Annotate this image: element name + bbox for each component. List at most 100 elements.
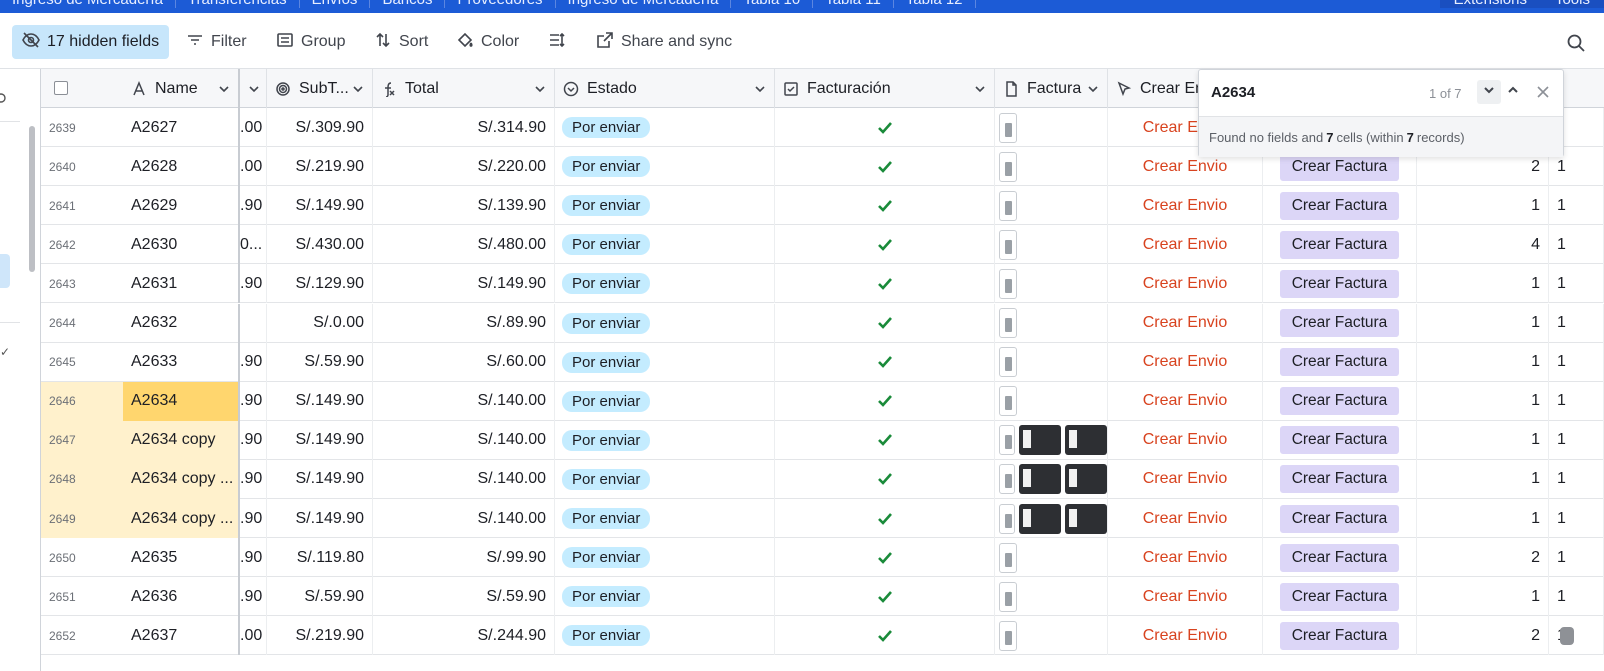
attachment-thumbnail[interactable] — [1064, 425, 1107, 456]
attachment-thumbnail[interactable] — [999, 308, 1017, 338]
factura-attachment-cell[interactable] — [995, 264, 1108, 304]
subtotal-cell[interactable]: S/.149.90 — [267, 420, 373, 460]
quantity-cell[interactable]: 1 — [1417, 342, 1549, 382]
facturacion-cell[interactable] — [775, 264, 995, 304]
facturacion-cell[interactable] — [775, 459, 995, 499]
attachment-thumbnail[interactable] — [999, 347, 1017, 378]
table-tab[interactable]: Tabla 11 — [813, 0, 894, 8]
facturacion-cell[interactable] — [775, 342, 995, 382]
table-tab[interactable]: Tabla 12 — [894, 0, 976, 8]
name-cell[interactable]: A2634 copy ... — [123, 499, 240, 538]
subtotal-cell[interactable]: S/.59.90 — [267, 577, 373, 617]
subtotal-cell[interactable]: S/.0.00 — [267, 303, 373, 343]
crear-factura-button[interactable]: Crear Factura — [1279, 387, 1400, 416]
chevron-down-icon[interactable] — [218, 82, 230, 94]
attachment-thumbnail[interactable] — [999, 112, 1017, 143]
subtotal-cell[interactable]: S/.149.90 — [267, 381, 373, 421]
hidden-prev-cell[interactable]: .90 — [240, 538, 267, 578]
hidden-prev-cell[interactable]: .90 — [240, 264, 267, 304]
attachment-thumbnail[interactable] — [999, 503, 1015, 534]
table-tab[interactable]: Transferencias — [176, 0, 300, 8]
next-column-cell[interactable]: 1 — [1549, 538, 1604, 578]
share-sync-button[interactable]: Share and sync — [588, 25, 740, 59]
total-cell[interactable]: S/.59.90 — [373, 577, 555, 617]
next-column-cell[interactable]: 1 — [1549, 186, 1604, 226]
attachment-thumbnail[interactable] — [999, 581, 1017, 612]
total-cell[interactable]: S/.140.00 — [373, 381, 555, 421]
quantity-cell[interactable]: 4 — [1417, 225, 1549, 265]
table-tab[interactable]: Ingreso de Mercadería — [0, 0, 176, 8]
name-cell[interactable]: A2634 — [123, 381, 240, 421]
crear-factura-button[interactable]: Crear Factura — [1279, 348, 1400, 377]
factura-attachment-cell[interactable] — [995, 616, 1108, 656]
crear-factura-button[interactable]: Crear Factura — [1279, 269, 1400, 298]
next-column-cell[interactable]: 1 — [1549, 381, 1604, 421]
total-cell[interactable]: S/.244.90 — [373, 616, 555, 656]
table-tab[interactable]: Ingreso de Mercadería — [556, 0, 732, 8]
subtotal-cell[interactable]: S/.309.90 — [267, 108, 373, 147]
subtotal-cell[interactable]: S/.430.00 — [267, 225, 373, 265]
attachment-thumbnail[interactable] — [999, 425, 1015, 456]
quantity-cell[interactable]: 1 — [1417, 381, 1549, 421]
table-row[interactable]: 2652 A2637.00 S/.219.90 S/.244.90 Por enviar… — [41, 616, 1604, 656]
estado-cell[interactable]: Por enviar — [555, 538, 775, 578]
total-cell[interactable]: S/.60.00 — [373, 342, 555, 382]
attachment-thumbnail[interactable] — [1018, 503, 1061, 534]
factura-attachment-cell[interactable] — [995, 342, 1108, 382]
chevron-down-icon[interactable] — [1087, 82, 1099, 94]
attachment-thumbnail[interactable] — [999, 386, 1017, 417]
subtotal-cell[interactable]: S/.219.90 — [267, 147, 373, 187]
facturacion-cell[interactable] — [775, 577, 995, 617]
attachment-thumbnail[interactable] — [1064, 503, 1107, 534]
attachment-thumbnail[interactable] — [999, 151, 1017, 182]
subtotal-cell[interactable]: S/.119.80 — [267, 538, 373, 578]
facturacion-cell[interactable] — [775, 420, 995, 460]
estado-cell[interactable]: Por enviar — [555, 108, 775, 147]
crear-envio-button[interactable]: Crear Envio — [1108, 264, 1263, 304]
table-row[interactable]: 2644 A2632 S/.0.00 S/.89.90 Por enviar Crear … — [41, 303, 1604, 343]
crear-factura-button[interactable]: Crear Factura — [1279, 426, 1400, 455]
next-column-cell[interactable]: 1 — [1549, 225, 1604, 265]
table-row[interactable]: 2646 A2634.90 S/.149.90 S/.140.00 Por enviar… — [41, 381, 1604, 421]
estado-cell[interactable]: Por enviar — [555, 459, 775, 499]
factura-attachment-cell[interactable] — [995, 577, 1108, 617]
next-column-cell[interactable]: 1 — [1549, 616, 1604, 656]
chevron-down-icon[interactable] — [974, 82, 986, 94]
factura-attachment-cell[interactable] — [995, 303, 1108, 343]
next-column-cell[interactable]: 1 — [1549, 303, 1604, 343]
search-icon[interactable] — [1566, 33, 1586, 53]
column-header-estado[interactable]: Estado — [555, 69, 775, 108]
crear-factura-button[interactable]: Crear Factura — [1279, 543, 1400, 572]
crear-factura-button[interactable]: Crear Factura — [1279, 230, 1400, 259]
attachment-thumbnail[interactable] — [1064, 464, 1107, 495]
subtotal-cell[interactable]: S/.129.90 — [267, 264, 373, 304]
table-row[interactable]: 2651 A2636.90 S/.59.90 S/.59.90 Por enviar Cr… — [41, 577, 1604, 617]
next-column-cell[interactable]: 1 — [1549, 459, 1604, 499]
next-column-cell[interactable]: 1 — [1549, 499, 1604, 538]
estado-cell[interactable]: Por enviar — [555, 303, 775, 343]
total-cell[interactable]: S/.89.90 — [373, 303, 555, 343]
sidebar-scrollbar[interactable] — [29, 126, 35, 272]
name-cell[interactable]: A2627 — [123, 108, 240, 147]
table-row[interactable]: 2649 A2634 copy ... .90 S/.149.90 S/.140.00 P… — [41, 499, 1604, 538]
crear-envio-button[interactable]: Crear Envio — [1108, 381, 1263, 421]
facturacion-cell[interactable] — [775, 186, 995, 226]
quantity-cell[interactable]: 1 — [1417, 186, 1549, 226]
facturacion-cell[interactable] — [775, 499, 995, 538]
find-query[interactable]: A2634 — [1211, 84, 1255, 101]
facturacion-cell[interactable] — [775, 381, 995, 421]
table-row[interactable]: 2648 A2634 copy ... .90 S/.149.90 S/.140.00 P… — [41, 459, 1604, 499]
chevron-down-icon[interactable] — [754, 82, 766, 94]
column-header-facturacion[interactable]: Facturación — [775, 69, 995, 108]
filter-button[interactable]: Filter — [178, 25, 255, 59]
hidden-prev-cell[interactable]: .90 — [240, 381, 267, 421]
crear-envio-button[interactable]: Crear Envio — [1108, 342, 1263, 382]
tools-button[interactable]: Tools — [1541, 0, 1604, 8]
crear-factura-button[interactable]: Crear Factura — [1279, 582, 1400, 611]
factura-attachment-cell[interactable] — [995, 108, 1108, 147]
total-cell[interactable]: S/.139.90 — [373, 186, 555, 226]
find-prev-button[interactable] — [1501, 80, 1525, 104]
table-tab[interactable]: Bancos — [370, 0, 446, 8]
quantity-cell[interactable]: 1 — [1417, 264, 1549, 304]
estado-cell[interactable]: Por enviar — [555, 499, 775, 538]
